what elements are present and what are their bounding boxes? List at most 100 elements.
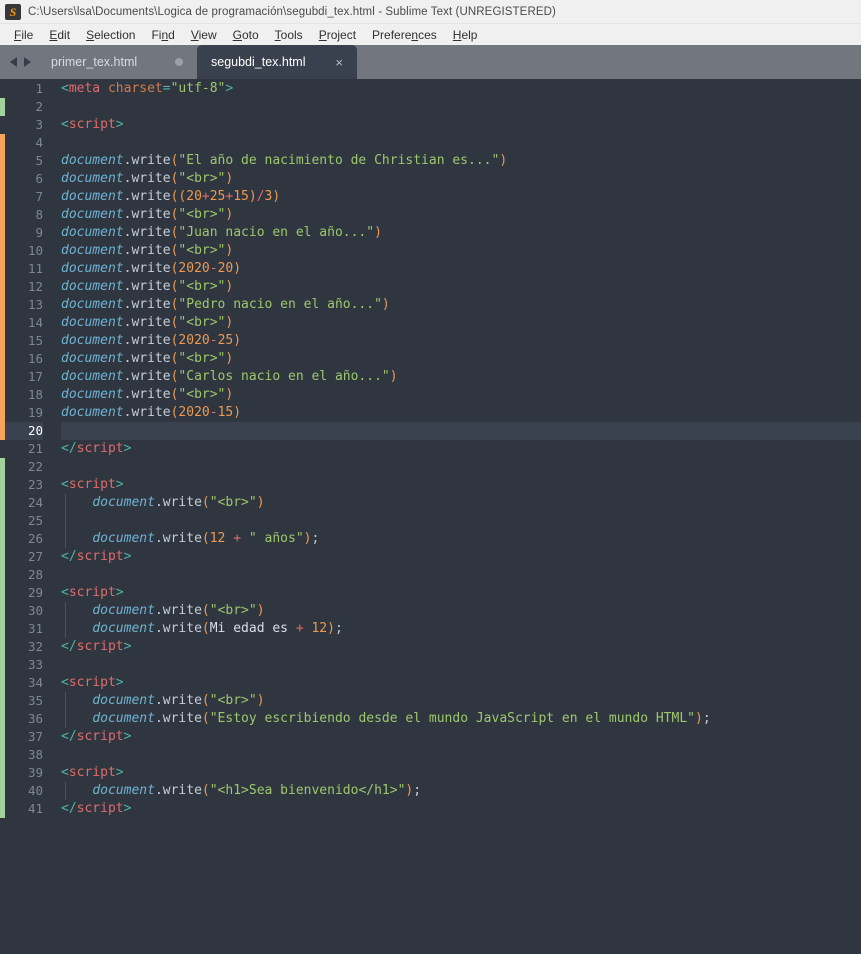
line-number: 14 [27,315,43,330]
menu-item-preferences[interactable]: Preferences [364,26,445,44]
code-token: > [123,441,132,456]
code-line[interactable]: <script> [61,764,861,782]
code-token: "<br>" [178,315,226,330]
code-token: > [115,117,124,132]
menu-item-goto[interactable]: Goto [225,26,267,44]
code-token: document [92,783,155,798]
code-line[interactable]: document.write(2020-25) [61,332,861,350]
editor-tab-segubdi_tex-html[interactable]: segubdi_tex.html × [197,45,357,79]
code-token: write [131,225,171,240]
code-token: write [131,279,171,294]
code-token: ) [233,405,242,420]
code-token: </ [61,729,77,744]
code-token: write [162,603,202,618]
code-line[interactable]: document.write("<br>") [61,314,861,332]
code-line[interactable] [61,458,861,476]
code-line[interactable] [61,656,861,674]
code-token: document [61,387,124,402]
code-line[interactable]: document.write((20+25+15)/3) [61,188,861,206]
code-token: "Juan nacio en el año..." [178,225,375,240]
line-number: 4 [35,135,43,150]
menu-item-project[interactable]: Project [311,26,364,44]
code-token: document [61,297,124,312]
code-token: . [154,621,163,636]
line-number: 24 [27,495,43,510]
code-token: < [61,477,69,492]
line-number: 35 [27,693,43,708]
code-token: 2020 [178,333,210,348]
code-line[interactable]: document.write("<br>") [61,602,861,620]
code-line[interactable]: document.write("<br>") [61,206,861,224]
line-number: 27 [27,549,43,564]
line-number: 7 [35,189,43,204]
code-line[interactable] [61,566,861,584]
code-line[interactable]: document.write("Juan nacio en el año..."… [61,224,861,242]
unsaved-changes-dot-icon[interactable] [175,58,183,66]
code-line[interactable]: document.write("<h1>Sea bienvenido</h1>"… [61,782,861,800]
code-token: 12 [209,531,226,546]
code-line[interactable]: <script> [61,584,861,602]
sublime-text-logo-icon [5,3,21,20]
code-token: = [162,81,171,96]
code-token: document [92,495,155,510]
code-line[interactable]: document.write("Carlos nacio en el año..… [61,368,861,386]
line-number: 2 [35,99,43,114]
code-line[interactable]: document.write(2020-20) [61,260,861,278]
menu-item-tools[interactable]: Tools [267,26,311,44]
code-line[interactable]: </script> [61,800,861,818]
code-line[interactable]: </script> [61,728,861,746]
code-token: </ [61,639,77,654]
code-line[interactable]: document.write("<br>") [61,242,861,260]
code-line[interactable]: <script> [61,476,861,494]
code-line[interactable] [61,746,861,764]
code-line[interactable]: document.write("<br>") [61,278,861,296]
menu-item-selection[interactable]: Selection [78,26,143,44]
code-line[interactable]: document.write("<br>") [61,170,861,188]
code-token: ) [272,189,281,204]
code-content[interactable]: <meta charset="utf-8"> <script> document… [49,79,861,954]
code-line[interactable]: </script> [61,638,861,656]
code-line[interactable]: document.write("<br>") [61,494,861,512]
code-line[interactable]: document.write("<br>") [61,692,861,710]
code-token: document [61,153,124,168]
menu-item-edit[interactable]: Edit [41,26,78,44]
code-token: "Estoy escribiendo desde el mundo JavaSc… [209,711,695,726]
editor-tab-primer_tex-html[interactable]: primer_tex.html [37,45,197,79]
code-token: > [123,729,132,744]
menu-item-file[interactable]: File [6,26,41,44]
code-line[interactable]: <script> [61,116,861,134]
code-token: > [123,549,132,564]
chevron-left-icon[interactable] [10,57,17,67]
code-editor[interactable]: 1 2 3 4 5 6 7 8 9 10 11 12 13 14 15 16 17 18 19 20 21 22 23 24 2… [0,79,861,954]
code-line[interactable]: document.write("Estoy escribiendo desde … [61,710,861,728]
code-line[interactable]: document.write(Mi edad es + 12); [61,620,861,638]
code-token: < [61,765,69,780]
code-line[interactable]: <meta charset="utf-8"> [61,80,861,98]
code-line[interactable]: </script> [61,548,861,566]
code-token: document [61,369,124,384]
code-line[interactable] [61,422,861,440]
close-tab-icon[interactable]: × [335,56,343,69]
line-number: 21 [27,441,43,456]
line-number: 37 [27,729,43,744]
code-token: "<br>" [178,387,226,402]
code-line[interactable] [61,512,861,530]
code-line[interactable]: </script> [61,440,861,458]
code-line[interactable] [61,98,861,116]
chevron-right-icon[interactable] [24,57,31,67]
line-number: 33 [27,657,43,672]
code-line[interactable]: document.write("El año de nacimiento de … [61,152,861,170]
code-line[interactable]: document.write(12 + " años"); [61,530,861,548]
code-token: ; [413,783,422,798]
menu-item-view[interactable]: View [183,26,225,44]
code-line[interactable]: document.write("<br>") [61,350,861,368]
code-line[interactable]: document.write("Pedro nacio en el año...… [61,296,861,314]
code-token: document [61,225,124,240]
code-token: ) [225,207,234,222]
code-line[interactable]: document.write("<br>") [61,386,861,404]
code-line[interactable] [61,134,861,152]
menu-item-find[interactable]: Find [143,26,182,44]
code-line[interactable]: document.write(2020-15) [61,404,861,422]
menu-item-help[interactable]: Help [445,26,486,44]
code-line[interactable]: <script> [61,674,861,692]
